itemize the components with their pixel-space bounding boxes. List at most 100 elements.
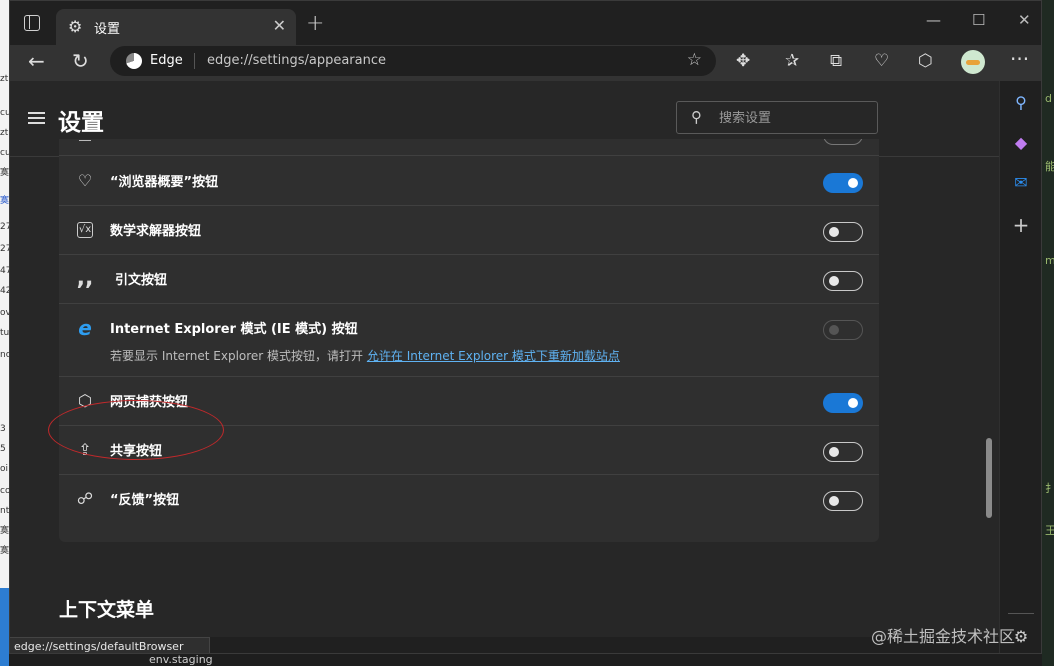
setting-label: 数学求解器按钮 — [110, 224, 202, 239]
background-window-right: d 能 m 扌 王 — [1042, 0, 1054, 666]
toolbar: ← ↻ Edge edge://settings/appearance ☆ ✥ … — [10, 45, 1041, 81]
settings-search[interactable]: ⚲ — [676, 101, 878, 134]
toggle-math-solver[interactable] — [823, 222, 863, 242]
setting-row-browser-essentials: ♡ “浏览器概要”按钮 — [59, 157, 879, 206]
internet-explorer-icon: e — [78, 316, 92, 340]
profile-avatar[interactable] — [961, 50, 985, 74]
description-text: 若要显示 Internet Explorer 模式按钮，请打开 — [110, 349, 367, 363]
quote-icon: ,, — [76, 266, 94, 291]
toggle-web-capture[interactable] — [823, 393, 863, 413]
address-divider — [194, 53, 195, 69]
url-text[interactable]: edge://settings/appearance — [207, 53, 386, 68]
bg-text: 27 — [0, 244, 9, 254]
bg-text: oi — [0, 464, 9, 474]
window-close-button[interactable]: ✕ — [1018, 11, 1031, 29]
tab-settings[interactable]: ⚙ 设置 ✕ — [56, 9, 296, 45]
setting-label: Internet Explorer 模式 (IE 模式) 按钮 — [110, 322, 358, 337]
bg-text: env.staging — [149, 653, 213, 666]
scrollbar-thumb[interactable] — [986, 438, 992, 518]
partial-row — [59, 139, 879, 156]
setting-row-ie-mode: e Internet Explorer 模式 (IE 模式) 按钮 若要显示 I… — [59, 304, 879, 377]
setting-label: 引文按钮 — [115, 273, 168, 288]
edge-sidebar: ⚲ ◆ ✉ + ⚙ — [999, 81, 1041, 653]
edge-logo-icon — [126, 53, 142, 69]
edge-brand-label: Edge — [150, 53, 183, 68]
address-bar[interactable]: Edge edge://settings/appearance ☆ — [110, 46, 716, 76]
bg-text: 扌 — [1045, 482, 1054, 495]
bg-text: no — [0, 350, 9, 360]
maximize-button[interactable]: ☐ — [972, 11, 985, 29]
feedback-icon: ☍ — [76, 489, 94, 508]
bg-text: 5 — [0, 444, 6, 454]
minimize-button[interactable]: — — [926, 11, 941, 29]
status-url: edge://settings/defaultBrowser — [14, 640, 184, 653]
toggle-browser-essentials[interactable] — [823, 173, 863, 193]
partial-toggle[interactable] — [823, 139, 863, 145]
add-icon[interactable]: + — [1011, 215, 1031, 235]
setting-description: 若要显示 Internet Explorer 模式按钮，请打开 允许在 Inte… — [110, 347, 620, 364]
web-capture-toolbar-icon[interactable]: ⬡ — [918, 51, 933, 71]
bg-text: cu — [0, 108, 9, 118]
bg-text: m — [1045, 254, 1054, 267]
status-bar: edge://settings/defaultBrowser — [10, 637, 210, 653]
back-arrow-icon[interactable]: ← — [28, 49, 45, 73]
bg-text: nt — [0, 506, 9, 516]
search-input[interactable] — [719, 107, 869, 129]
math-solver-icon: √x — [77, 222, 93, 238]
browser-window: ⚙ 设置 ✕ + — ☐ ✕ ← ↻ Edge edge://settings/… — [9, 0, 1042, 654]
bg-text: 42 — [0, 286, 9, 296]
toggle-citation[interactable] — [823, 271, 863, 291]
bg-text: 3 — [0, 424, 6, 434]
bg-text: 寞 — [0, 546, 9, 556]
setting-label: “浏览器概要”按钮 — [110, 175, 219, 190]
new-tab-button[interactable]: + — [306, 11, 324, 36]
bg-text: co — [0, 486, 9, 496]
browser-essentials-icon[interactable]: ♡ — [874, 51, 889, 71]
bg-text: 寞 — [0, 196, 9, 206]
setting-row-math-solver: √x 数学求解器按钮 — [59, 206, 879, 255]
favorite-star-icon[interactable]: ☆ — [687, 50, 702, 70]
annotation-ellipse — [48, 400, 224, 460]
partial-row-icon — [79, 139, 91, 141]
setting-label: “反馈”按钮 — [110, 493, 180, 508]
bg-text: d — [1045, 92, 1052, 105]
toggle-share[interactable] — [823, 442, 863, 462]
extensions-icon[interactable]: ✥ — [736, 51, 750, 71]
sidebar-divider — [1008, 613, 1034, 614]
menu-icon[interactable] — [28, 112, 45, 124]
search-icon: ⚲ — [691, 108, 702, 126]
discover-icon[interactable]: ◆ — [1011, 133, 1031, 153]
bg-text: 寞 — [0, 168, 9, 178]
section-title-context-menu: 上下文菜单 — [59, 599, 155, 621]
bg-text: 27 — [0, 222, 9, 232]
page-title: 设置 — [58, 110, 104, 136]
collections-icon[interactable]: ⧉ — [830, 51, 842, 71]
bg-text: tu — [0, 328, 9, 338]
toolbar-buttons-card: ♡ “浏览器概要”按钮 √x 数学求解器按钮 ,, 引文按钮 e Interne… — [59, 139, 879, 542]
more-options-icon[interactable]: ··· — [1010, 47, 1029, 71]
background-editor-strip: env.staging — [9, 653, 1042, 666]
bg-text: zt — [0, 74, 9, 84]
search-icon[interactable]: ⚲ — [1011, 93, 1031, 113]
bg-text: cu — [0, 148, 9, 158]
bg-text: 王 — [1045, 524, 1054, 537]
setting-row-feedback: ☍ “反馈”按钮 — [59, 475, 879, 524]
background-window-left: zt cu 寞 zt cu 寞 27 27 47 42 ov tu no 3 5… — [0, 0, 9, 666]
gear-icon: ⚙ — [68, 17, 83, 36]
outlook-icon[interactable]: ✉ — [1011, 173, 1031, 193]
setting-row-citation: ,, 引文按钮 — [59, 255, 879, 304]
tab-title: 设置 — [94, 22, 121, 37]
watermark: @稀土掘金技术社区 — [871, 627, 1016, 646]
tab-strip: ⚙ 设置 ✕ + — ☐ ✕ — [10, 1, 1041, 45]
bg-text: ov — [0, 308, 9, 318]
toggle-feedback[interactable] — [823, 491, 863, 511]
close-icon[interactable]: ✕ — [273, 16, 286, 35]
ie-reload-link[interactable]: 允许在 Internet Explorer 模式下重新加载站点 — [367, 349, 620, 363]
background-taskbar-strip — [0, 588, 9, 666]
refresh-icon[interactable]: ↻ — [72, 49, 89, 73]
bg-text: 能 — [1045, 160, 1054, 173]
settings-page: 设置 ⚲ ♡ “浏览器概要”按钮 √x 数学求解器按钮 ,, — [10, 81, 999, 637]
tab-actions-icon[interactable] — [24, 15, 40, 31]
favorites-icon[interactable]: ✰ — [785, 51, 799, 71]
toggle-ie-mode — [823, 320, 863, 340]
